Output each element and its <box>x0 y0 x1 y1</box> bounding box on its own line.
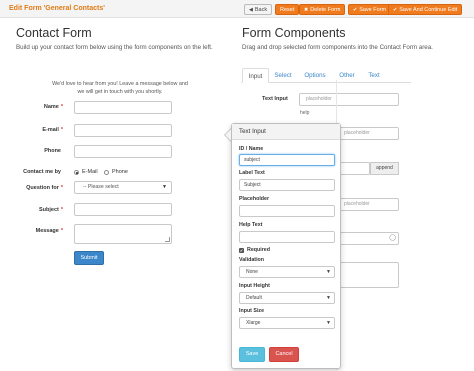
required-checkbox[interactable]: ✔ <box>239 248 244 253</box>
validation-select[interactable]: None ▼ <box>239 266 335 278</box>
help-text-label: Help Text <box>239 222 263 228</box>
back-button-label: Back <box>254 7 268 13</box>
component-append-input[interactable] <box>337 162 370 175</box>
form-intro: We'd love to hear from you! Leave a mess… <box>40 80 200 96</box>
name-required-mark: * <box>60 104 63 110</box>
page-heading: Edit Form 'General Contacts' <box>9 5 105 12</box>
message-required-mark: * <box>60 228 63 234</box>
id-name-label: ID / Name <box>239 146 264 152</box>
back-button[interactable]: ◀ Back <box>244 4 273 15</box>
submit-button[interactable]: Submit <box>74 251 104 265</box>
tab-text[interactable]: Text <box>362 68 386 83</box>
required-label: Required <box>247 247 270 253</box>
input-size-value: Xlarge <box>246 320 261 326</box>
subject-input[interactable] <box>74 203 172 216</box>
save-continue-icon: ✔ <box>393 7 398 13</box>
save-continue-label: Save And Continue Edit <box>399 7 458 13</box>
component-button-input[interactable]: ◯ <box>337 232 399 245</box>
placeholder-input[interactable] <box>239 205 335 217</box>
dropdown-caret-icon: ▼ <box>162 184 167 190</box>
input-size-select[interactable]: Xlarge ▼ <box>239 317 335 329</box>
circle-icon: ◯ <box>389 235 396 241</box>
tab-select[interactable]: Select <box>270 68 296 83</box>
tab-options[interactable]: Options <box>298 68 332 83</box>
text-input-popover: Text Input ID / Name subject Label Text … <box>231 123 341 369</box>
message-label-text: Message <box>35 228 59 234</box>
reset-button-label: Reset <box>280 7 295 13</box>
intro-line-1: We'd love to hear from you! Leave a mess… <box>52 81 188 87</box>
input-height-select[interactable]: Default ▼ <box>239 292 335 304</box>
append-addon: append <box>370 162 399 175</box>
message-textarea[interactable] <box>74 224 172 244</box>
delete-icon: ✖ <box>304 7 309 13</box>
question-select[interactable]: -- Please select ▼ <box>74 181 172 194</box>
component-placeholder-input[interactable]: placeholder <box>299 93 399 106</box>
popover-cancel-button[interactable]: Cancel <box>269 347 299 362</box>
reset-button[interactable]: Reset <box>275 4 300 15</box>
name-label-text: Name <box>43 104 59 110</box>
form-components-subtitle: Drag and drop selected form components i… <box>242 44 433 51</box>
contact-by-label: Contact me by <box>23 169 61 175</box>
question-selected-value: -- Please select <box>83 184 119 190</box>
validation-value: None <box>246 269 258 275</box>
contact-form-subtitle: Build up your contact form below using t… <box>16 44 213 51</box>
question-required-mark: * <box>60 185 63 191</box>
input-size-caret-icon: ▼ <box>326 320 331 326</box>
question-label: Question for * <box>26 185 63 191</box>
id-name-input[interactable]: subject <box>239 154 335 166</box>
placeholder-label: Placeholder <box>239 196 270 202</box>
input-height-caret-icon: ▼ <box>326 295 331 301</box>
form-components-title: Form Components <box>242 26 346 40</box>
validation-caret-icon: ▼ <box>326 269 331 275</box>
phone-input[interactable] <box>74 145 172 158</box>
radio-email[interactable] <box>74 170 79 175</box>
delete-form-button[interactable]: ✖ Delete Form <box>299 4 346 15</box>
input-height-label: Input Height <box>239 283 270 289</box>
label-text-input[interactable]: Subject <box>239 179 335 191</box>
label-text-label: Label Text <box>239 170 265 176</box>
email-input[interactable] <box>74 124 172 137</box>
phone-label: Phone <box>44 148 61 154</box>
save-continue-button[interactable]: ✔ Save And Continue Edit <box>388 4 463 15</box>
name-input[interactable] <box>74 101 172 114</box>
save-form-label: Save Form <box>359 7 387 13</box>
save-form-button[interactable]: ✔ Save Form <box>348 4 392 15</box>
subject-label: Subject * <box>39 207 63 213</box>
component-placeholder-input-2[interactable]: placeholder <box>337 127 399 140</box>
contact-form-title: Contact Form <box>16 26 92 40</box>
tab-input[interactable]: Input <box>242 68 269 83</box>
email-label-text: E-mail <box>42 127 59 133</box>
name-label: Name * <box>44 104 63 110</box>
input-size-label: Input Size <box>239 308 265 314</box>
radio-phone[interactable] <box>104 170 109 175</box>
component-textarea[interactable] <box>337 262 399 288</box>
question-label-text: Question for <box>26 185 59 191</box>
subject-label-text: Subject <box>38 207 59 213</box>
radio-phone-label: Phone <box>112 169 128 175</box>
back-arrow-icon: ◀ <box>249 7 253 13</box>
popover-arrow-inner <box>225 129 231 141</box>
input-height-value: Default <box>246 295 262 301</box>
popover-save-button[interactable]: Save <box>239 347 265 362</box>
delete-form-label: Delete Form <box>310 7 341 13</box>
validation-label: Validation <box>239 257 265 263</box>
message-label: Message * <box>36 228 63 234</box>
intro-line-2: we will get in touch with you shortly. <box>77 89 163 95</box>
component-help-text: help <box>300 110 310 116</box>
resize-grip-icon[interactable] <box>165 237 170 242</box>
email-required-mark: * <box>60 127 63 133</box>
text-input-label: Text Input <box>262 96 288 102</box>
subject-required-mark: * <box>60 207 63 213</box>
radio-email-label: E-Mail <box>82 169 98 175</box>
save-icon: ✔ <box>353 7 358 13</box>
popover-title: Text Input <box>232 124 340 140</box>
component-placeholder-input-3[interactable]: placeholder <box>337 198 399 211</box>
email-label: E-mail * <box>42 127 63 133</box>
tab-other[interactable]: Other <box>334 68 360 83</box>
help-text-input[interactable] <box>239 231 335 243</box>
